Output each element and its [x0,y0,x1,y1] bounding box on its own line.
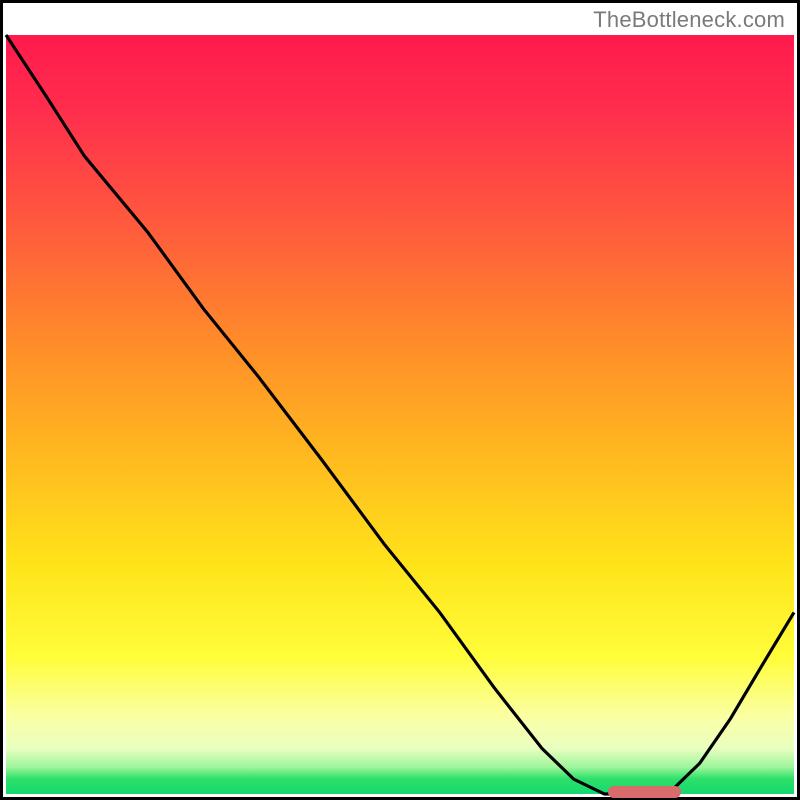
watermark-text: TheBottleneck.com [593,7,785,33]
curve-path [6,35,794,794]
chart-frame: TheBottleneck.com [0,0,800,800]
bottleneck-curve [6,35,794,794]
plot-area [6,35,794,794]
optimal-range-marker [608,786,681,798]
